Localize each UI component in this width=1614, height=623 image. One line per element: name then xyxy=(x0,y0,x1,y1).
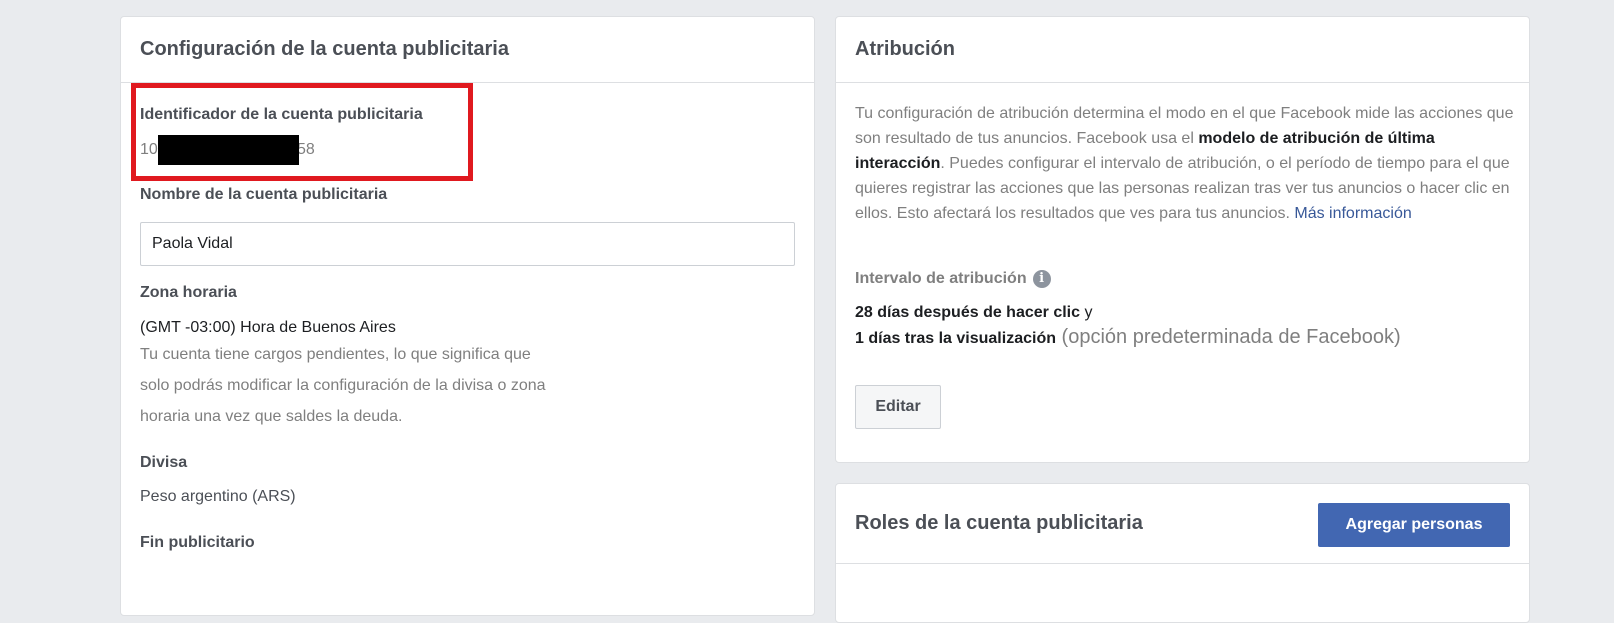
timezone-note: Tu cuenta tiene cargos pendientes, lo qu… xyxy=(140,339,640,432)
add-people-button[interactable]: Agregar personas xyxy=(1318,503,1510,547)
timezone-note-line-1: Tu cuenta tiene cargos pendientes, lo qu… xyxy=(140,346,531,363)
attribution-default-note: (opción predeterminada de Facebook) xyxy=(1055,326,1401,348)
account-name-input[interactable]: Paola Vidal xyxy=(140,222,795,266)
attribution-click-connector: y xyxy=(1080,304,1093,321)
attribution-title: Atribución xyxy=(855,38,955,60)
timezone-value: (GMT -03:00) Hora de Buenos Aires xyxy=(140,319,396,336)
timezone-label: Zona horaria xyxy=(140,284,237,301)
attribution-description: Tu configuración de atribución determina… xyxy=(855,101,1515,226)
timezone-note-line-2: solo podrás modificar la configuración d… xyxy=(140,377,546,394)
account-settings-header: Configuración de la cuenta publicitaria xyxy=(121,17,814,83)
currency-value: Peso argentino (ARS) xyxy=(140,488,296,505)
more-info-link[interactable]: Más información xyxy=(1294,205,1411,222)
account-name-value: Paola Vidal xyxy=(152,235,233,252)
attribution-interval-view: 1 días tras la visualización (opción pre… xyxy=(855,326,1401,349)
attribution-card: Atribución Tu configuración de atribució… xyxy=(835,16,1530,463)
attribution-view-window: 1 días tras la visualización xyxy=(855,330,1056,347)
account-roles-card: Roles de la cuenta publicitaria Agregar … xyxy=(835,483,1530,623)
attribution-interval-label: Intervalo de atribución xyxy=(855,270,1027,288)
attribution-interval-click: 28 días después de hacer clic y xyxy=(855,304,1092,322)
timezone-note-line-3: horaria una vez que saldes la deuda. xyxy=(140,408,403,425)
attribution-click-window: 28 días después de hacer clic xyxy=(855,304,1081,321)
account-settings-title: Configuración de la cuenta publicitaria xyxy=(140,38,509,60)
edit-button[interactable]: Editar xyxy=(855,385,941,429)
account-settings-card: Configuración de la cuenta publicitaria … xyxy=(120,16,815,616)
highlight-box xyxy=(131,83,473,181)
attribution-header: Atribución xyxy=(836,17,1529,83)
account-roles-title: Roles de la cuenta publicitaria xyxy=(855,512,1143,534)
currency-label: Divisa xyxy=(140,454,188,471)
attribution-interval-label-row: Intervalo de atribución i xyxy=(855,270,1051,288)
advertising-purpose-label: Fin publicitario xyxy=(140,534,255,551)
account-name-label: Nombre de la cuenta publicitaria xyxy=(140,186,388,203)
info-icon[interactable]: i xyxy=(1032,270,1051,288)
